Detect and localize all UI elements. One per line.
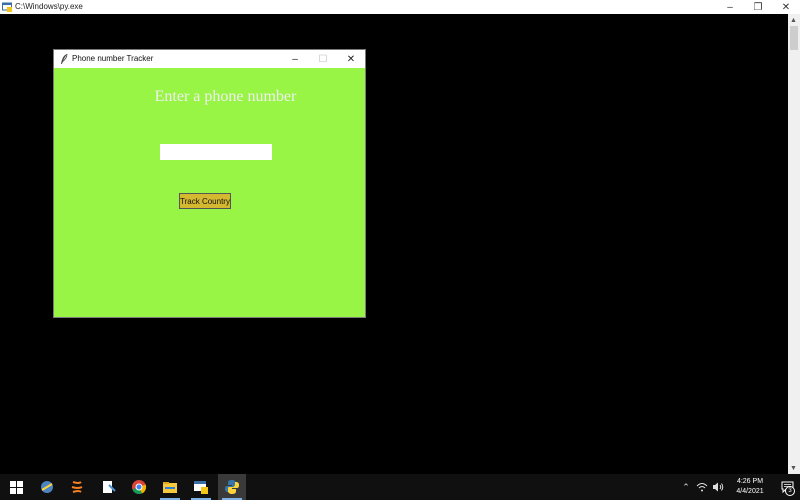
- clock-time: 4:26 PM: [736, 478, 764, 485]
- tk-maximize-button: ☐: [318, 53, 328, 65]
- start-button[interactable]: [2, 474, 30, 500]
- console-scrollbar[interactable]: ▲ ▼: [788, 14, 800, 474]
- scroll-up-icon[interactable]: ▲: [790, 17, 797, 24]
- windows-logo-icon: [9, 480, 23, 494]
- console-minimize-button[interactable]: –: [716, 0, 744, 14]
- console-close-button[interactable]: ✕: [772, 0, 800, 14]
- volume-icon[interactable]: [710, 474, 726, 500]
- phone-tracker-window: Phone number Tracker – ☐ ✕ Enter a phone…: [53, 49, 366, 318]
- track-country-button[interactable]: Track Country: [179, 193, 231, 209]
- taskbar-app-idle[interactable]: [33, 474, 61, 500]
- action-center-button[interactable]: 3: [774, 474, 800, 500]
- chrome-icon: [132, 480, 147, 495]
- tk-window-title: Phone number Tracker: [72, 54, 154, 63]
- idle-icon: [41, 481, 53, 493]
- scroll-thumb[interactable]: [790, 26, 798, 50]
- file-explorer-icon: [163, 482, 177, 493]
- scroll-down-icon[interactable]: ▼: [790, 465, 797, 472]
- taskbar-app-eclipse[interactable]: [63, 474, 91, 500]
- taskbar-app-notepad[interactable]: [94, 474, 122, 500]
- tk-minimize-button[interactable]: –: [281, 50, 309, 68]
- python-launcher-icon: [2, 2, 12, 12]
- taskbar-app-chrome[interactable]: [125, 474, 153, 500]
- tk-client-area: Enter a phone number Track Country: [54, 68, 365, 317]
- taskbar-clock[interactable]: 4:26 PM 4/4/2021: [726, 477, 774, 497]
- feather-icon: [61, 53, 68, 64]
- console-title-bar[interactable]: C:\Windows\py.exe – ❐ ✕: [0, 0, 800, 14]
- phone-number-heading: Enter a phone number: [154, 88, 297, 105]
- tk-title-bar[interactable]: Phone number Tracker – ☐ ✕: [54, 50, 365, 68]
- taskbar-app-py-launcher[interactable]: [187, 474, 215, 500]
- eclipse-icon: [71, 481, 83, 493]
- python-icon: [225, 480, 239, 494]
- wifi-icon[interactable]: [694, 474, 710, 500]
- taskbar-app-file-explorer[interactable]: [156, 474, 184, 500]
- taskbar-app-python[interactable]: [218, 474, 246, 500]
- python-launcher-icon: [194, 481, 208, 494]
- clock-date: 4/4/2021: [736, 488, 764, 495]
- system-tray: ⌃ 4:26 PM 4/4/2021 3: [678, 474, 800, 500]
- console-restore-button[interactable]: ❐: [744, 0, 772, 14]
- phone-number-input[interactable]: [160, 144, 272, 160]
- tk-close-button[interactable]: ✕: [337, 50, 365, 68]
- notepad-icon: [103, 481, 116, 493]
- console-title: C:\Windows\py.exe: [15, 2, 83, 11]
- notification-count-badge: 3: [785, 486, 795, 496]
- taskbar: ⌃ 4:26 PM 4/4/2021 3: [0, 474, 800, 500]
- chevron-up-icon[interactable]: ⌃: [678, 474, 694, 500]
